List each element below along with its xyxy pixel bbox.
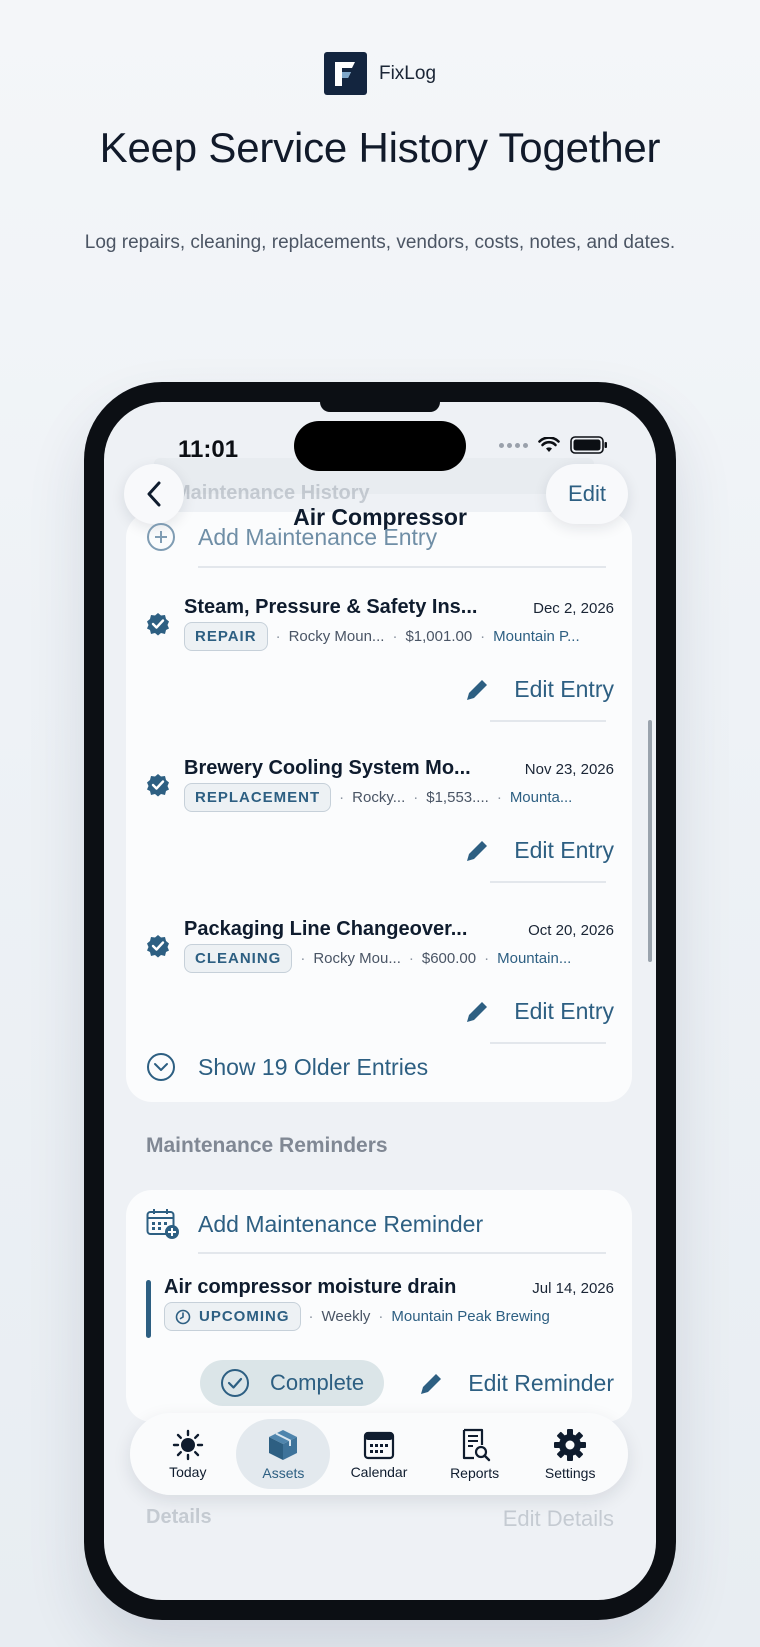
wifi-icon [538, 437, 560, 452]
location-link[interactable]: Mounta... [510, 789, 573, 806]
check-circle-icon [221, 1369, 249, 1397]
reminder-title[interactable]: Air compressor moisture drain [164, 1276, 456, 1299]
report-icon [462, 1428, 490, 1461]
vendor-text: Rocky... [352, 789, 406, 806]
type-badge: CLEANING [184, 944, 293, 973]
location-link[interactable]: Mountain P... [493, 628, 579, 645]
add-reminder-label: Add Maintenance Reminder [198, 1210, 484, 1237]
pencil-icon [421, 1373, 442, 1394]
status-icons [499, 436, 608, 454]
entry-date: Dec 2, 2026 [533, 600, 614, 617]
cost-text: $1,001.00 [405, 628, 473, 645]
edit-button[interactable]: Edit [546, 464, 628, 524]
edit-entry-label: Edit Entry [514, 998, 614, 1024]
tab-bar: Today Assets Calendar Reports Settings [130, 1413, 628, 1495]
plus-circle-icon [147, 523, 175, 551]
top-notch [320, 402, 440, 412]
dynamic-island [294, 421, 466, 471]
status-badge: UPCOMING [164, 1302, 301, 1331]
add-entry-row[interactable]: Add Maintenance Entry [146, 522, 437, 552]
frequency-text: Weekly [321, 1308, 371, 1325]
edit-entry-button[interactable]: Edit Entry [464, 998, 614, 1025]
tab-label: Settings [544, 1464, 596, 1481]
reminder-meta: UPCOMING · Weekly · Mountain Peak Brewin… [164, 1302, 550, 1331]
tab-settings[interactable]: Settings [523, 1419, 617, 1489]
hero-headline: Keep Service History Together [99, 124, 661, 171]
gear-icon [554, 1428, 587, 1461]
sun-icon [172, 1429, 203, 1460]
phone-screen: Maintenance History 11:01 Air Compressor… [104, 402, 656, 1600]
edit-entry-button[interactable]: Edit Entry [464, 676, 614, 703]
entry-meta: CLEANING · Rocky Mou... · $600.00 · Moun… [184, 944, 571, 973]
divider [490, 881, 606, 883]
signal-dots-icon [499, 442, 528, 448]
complete-button[interactable]: Complete [200, 1360, 385, 1406]
location-link[interactable]: Mountain... [497, 950, 571, 967]
clock-icon [175, 1309, 191, 1324]
tab-today[interactable]: Today [141, 1419, 235, 1489]
calendar-add-icon [146, 1209, 179, 1239]
tab-calendar[interactable]: Calendar [332, 1419, 426, 1489]
entry-meta: REPAIR · Rocky Moun... · $1,001.00 · Mou… [184, 622, 580, 651]
tab-label: Today [169, 1463, 207, 1480]
divider [198, 1252, 606, 1254]
tab-assets[interactable]: Assets [236, 1419, 331, 1489]
scroll-indicator[interactable] [648, 720, 652, 962]
verified-check-icon [147, 935, 169, 958]
verified-check-icon [147, 613, 169, 636]
divider [490, 720, 606, 722]
pencil-icon [467, 1001, 488, 1022]
entry-title[interactable]: Packaging Line Changeover... [184, 918, 467, 941]
tab-label: Calendar [350, 1463, 408, 1480]
reminders-section-title: Maintenance Reminders [146, 1134, 388, 1157]
hero-subline: Log repairs, cleaning, replacements, ven… [84, 232, 676, 253]
show-older-label: Show 19 Older Entries [198, 1053, 429, 1080]
ghost-section-title: Maintenance History [174, 482, 370, 504]
battery-icon [570, 436, 607, 454]
entry-title[interactable]: Brewery Cooling System Mo... [184, 757, 471, 780]
reminder-date: Jul 14, 2026 [532, 1280, 614, 1297]
details-ghost-edit: Edit Details [502, 1506, 614, 1531]
edit-reminder-label: Edit Reminder [468, 1370, 614, 1396]
vendor-text: Rocky Moun... [288, 628, 385, 645]
brand-name: FixLog [378, 62, 437, 84]
edit-entry-label: Edit Entry [514, 837, 614, 863]
type-badge: REPLACEMENT [184, 783, 332, 812]
chevron-down-circle-icon [147, 1053, 175, 1081]
phone-frame: Maintenance History 11:01 Air Compressor… [84, 382, 676, 1620]
type-badge: REPAIR [184, 622, 268, 651]
divider [490, 1042, 606, 1044]
location-link[interactable]: Mountain Peak Brewing [391, 1308, 549, 1325]
tab-label: Assets [262, 1464, 305, 1481]
entry-date: Oct 20, 2026 [528, 922, 614, 939]
entry-date: Nov 23, 2026 [524, 761, 614, 778]
cost-text: $1,553.... [426, 789, 489, 806]
tab-reports[interactable]: Reports [428, 1419, 522, 1489]
cube-icon [269, 1429, 298, 1460]
pencil-icon [467, 679, 488, 700]
edit-reminder-button[interactable]: Edit Reminder [418, 1370, 614, 1397]
edit-entry-button[interactable]: Edit Entry [464, 837, 614, 864]
cost-text: $600.00 [421, 950, 477, 967]
show-older-button[interactable]: Show 19 Older Entries [146, 1052, 428, 1082]
reminder-accent-bar [146, 1280, 151, 1338]
divider [198, 566, 606, 568]
entry-title[interactable]: Steam, Pressure & Safety Ins... [184, 596, 477, 619]
edit-entry-label: Edit Entry [514, 676, 614, 702]
add-entry-label: Add Maintenance Entry [198, 523, 438, 550]
entry-meta: REPLACEMENT · Rocky... · $1,553.... · Mo… [184, 783, 572, 812]
add-reminder-row[interactable]: Add Maintenance Reminder [146, 1208, 483, 1240]
vendor-text: Rocky Mou... [313, 950, 401, 967]
fixlog-logo-icon [323, 52, 367, 95]
verified-check-icon [147, 774, 169, 797]
tab-label: Reports [450, 1464, 500, 1481]
complete-label: Complete [270, 1370, 365, 1395]
status-time: 11:01 [178, 436, 239, 463]
brand-header: FixLog [0, 52, 760, 95]
pencil-icon [467, 840, 488, 861]
calendar-icon [363, 1431, 395, 1459]
status-badge-label: UPCOMING [199, 1308, 290, 1325]
details-ghost-title: Details [146, 1506, 212, 1528]
